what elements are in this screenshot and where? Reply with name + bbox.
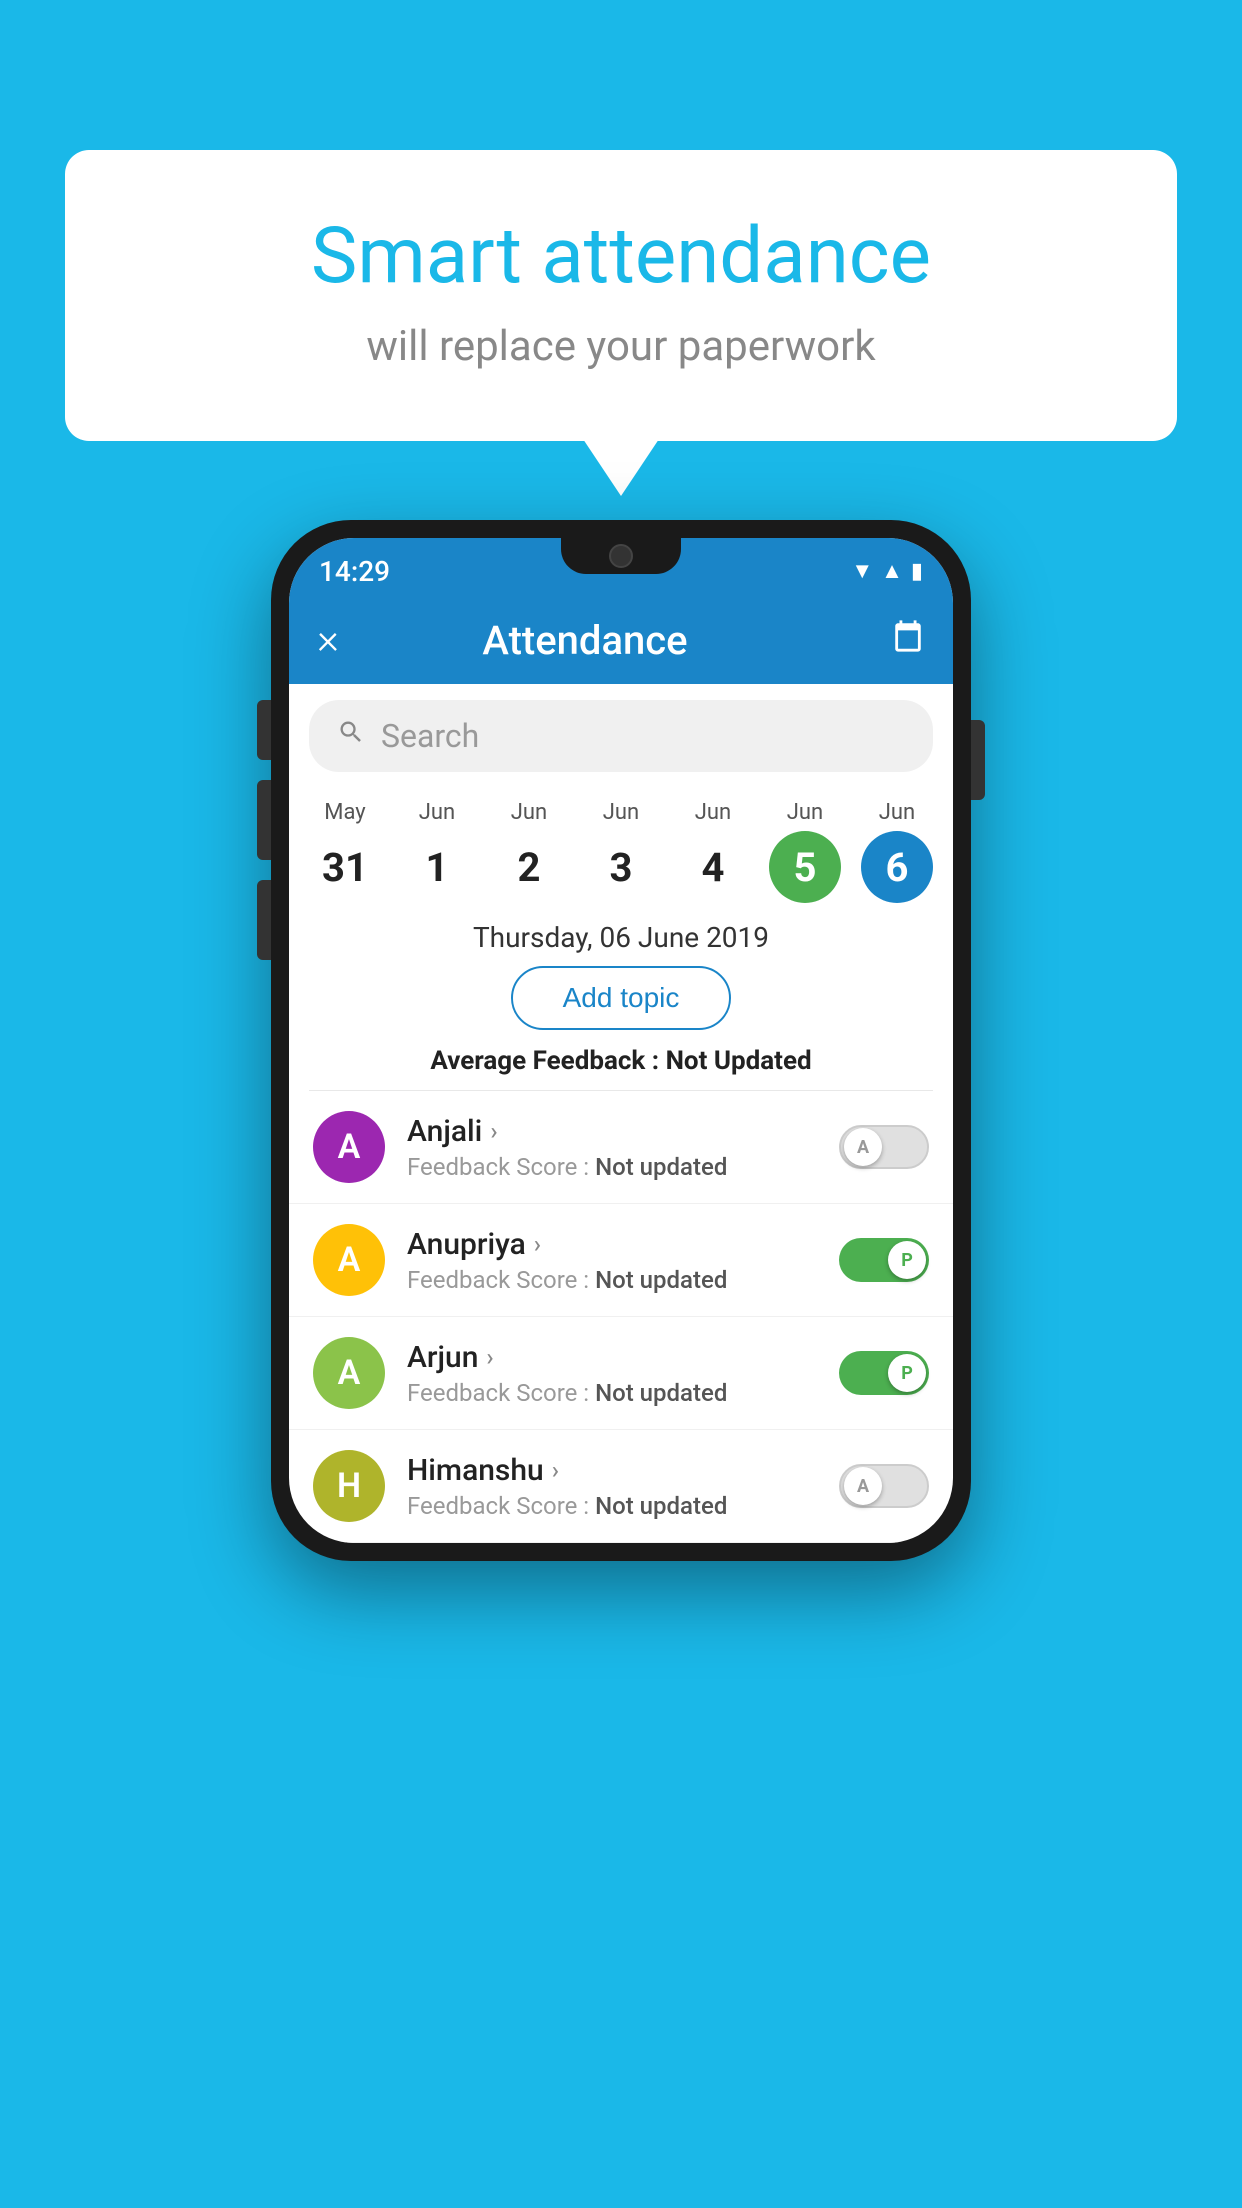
silent-button	[257, 880, 271, 960]
chevron-icon: ›	[534, 1230, 541, 1258]
avatar-anjali: A	[313, 1111, 385, 1183]
avatar-arjun: A	[313, 1337, 385, 1409]
status-icons: ▼ ▲ ▮	[851, 558, 923, 584]
app-bar: × Attendance	[289, 596, 953, 684]
toggle-anupriya[interactable]: P	[839, 1238, 929, 1282]
date-cell-5[interactable]: Jun 5	[765, 800, 845, 903]
wifi-icon: ▼	[851, 558, 873, 584]
toggle-knob-arjun: P	[888, 1354, 926, 1392]
student-row-anupriya[interactable]: A Anupriya › Feedback Score : Not update…	[289, 1204, 953, 1317]
student-feedback-arjun: Feedback Score : Not updated	[407, 1379, 817, 1407]
student-feedback-anupriya: Feedback Score : Not updated	[407, 1266, 817, 1294]
speech-bubble-container: Smart attendance will replace your paper…	[65, 150, 1177, 441]
student-name-arjun: Arjun ›	[407, 1340, 817, 1375]
toggle-knob-himanshu: A	[844, 1467, 882, 1505]
battery-icon: ▮	[911, 559, 923, 584]
student-feedback-himanshu: Feedback Score : Not updated	[407, 1492, 817, 1520]
student-info-anupriya: Anupriya › Feedback Score : Not updated	[407, 1227, 817, 1294]
speech-bubble-subtitle: will replace your paperwork	[145, 322, 1097, 371]
phone-frame: 14:29 ▼ ▲ ▮ × Attendance	[271, 520, 971, 1561]
calendar-icon[interactable]	[891, 619, 925, 662]
date-cell-4[interactable]: Jun 4	[673, 800, 753, 903]
date-cell-1[interactable]: Jun 1	[397, 800, 477, 903]
student-name-himanshu: Himanshu ›	[407, 1453, 817, 1488]
add-topic-button[interactable]: Add topic	[511, 966, 732, 1030]
student-name-anupriya: Anupriya ›	[407, 1227, 817, 1262]
date-cell-2[interactable]: Jun 2	[489, 800, 569, 903]
phone-notch	[561, 538, 681, 574]
status-time: 14:29	[319, 555, 390, 588]
toggle-anjali[interactable]: A	[839, 1125, 929, 1169]
student-name-anjali: Anjali ›	[407, 1114, 817, 1149]
selected-date-label: Thursday, 06 June 2019	[289, 921, 953, 954]
chevron-icon: ›	[490, 1117, 497, 1145]
phone-camera	[609, 544, 633, 568]
search-input[interactable]: Search	[381, 717, 479, 755]
student-row-arjun[interactable]: A Arjun › Feedback Score : Not updated P	[289, 1317, 953, 1430]
toggle-knob-anjali: A	[844, 1128, 882, 1166]
average-feedback: Average Feedback : Not Updated	[289, 1046, 953, 1076]
toggle-himanshu[interactable]: A	[839, 1464, 929, 1508]
student-info-anjali: Anjali › Feedback Score : Not updated	[407, 1114, 817, 1181]
student-info-arjun: Arjun › Feedback Score : Not updated	[407, 1340, 817, 1407]
student-row-anjali[interactable]: A Anjali › Feedback Score : Not updated …	[289, 1091, 953, 1204]
search-icon	[337, 718, 365, 754]
avatar-anupriya: A	[313, 1224, 385, 1296]
speech-bubble-title: Smart attendance	[145, 210, 1097, 304]
app-bar-title: Attendance	[303, 617, 867, 664]
speech-bubble: Smart attendance will replace your paper…	[65, 150, 1177, 441]
toggle-knob-anupriya: P	[888, 1241, 926, 1279]
toggle-arjun[interactable]: P	[839, 1351, 929, 1395]
volume-down-button	[257, 780, 271, 860]
phone-container: 14:29 ▼ ▲ ▮ × Attendance	[271, 520, 971, 1561]
student-info-himanshu: Himanshu › Feedback Score : Not updated	[407, 1453, 817, 1520]
student-feedback-anjali: Feedback Score : Not updated	[407, 1153, 817, 1181]
chevron-icon: ›	[552, 1456, 559, 1484]
date-cell-6[interactable]: Jun 6	[857, 800, 937, 903]
student-row-himanshu[interactable]: H Himanshu › Feedback Score : Not update…	[289, 1430, 953, 1543]
power-button	[971, 720, 985, 800]
date-row: May 31 Jun 1 Jun 2 Jun 3 Jun 4	[289, 788, 953, 903]
chevron-icon: ›	[486, 1343, 493, 1371]
signal-icon: ▲	[881, 558, 903, 584]
search-bar[interactable]: Search	[309, 700, 933, 772]
avatar-himanshu: H	[313, 1450, 385, 1522]
date-cell-3[interactable]: Jun 3	[581, 800, 661, 903]
date-cell-0[interactable]: May 31	[305, 800, 385, 903]
phone-screen: 14:29 ▼ ▲ ▮ × Attendance	[289, 538, 953, 1543]
volume-up-button	[257, 700, 271, 760]
